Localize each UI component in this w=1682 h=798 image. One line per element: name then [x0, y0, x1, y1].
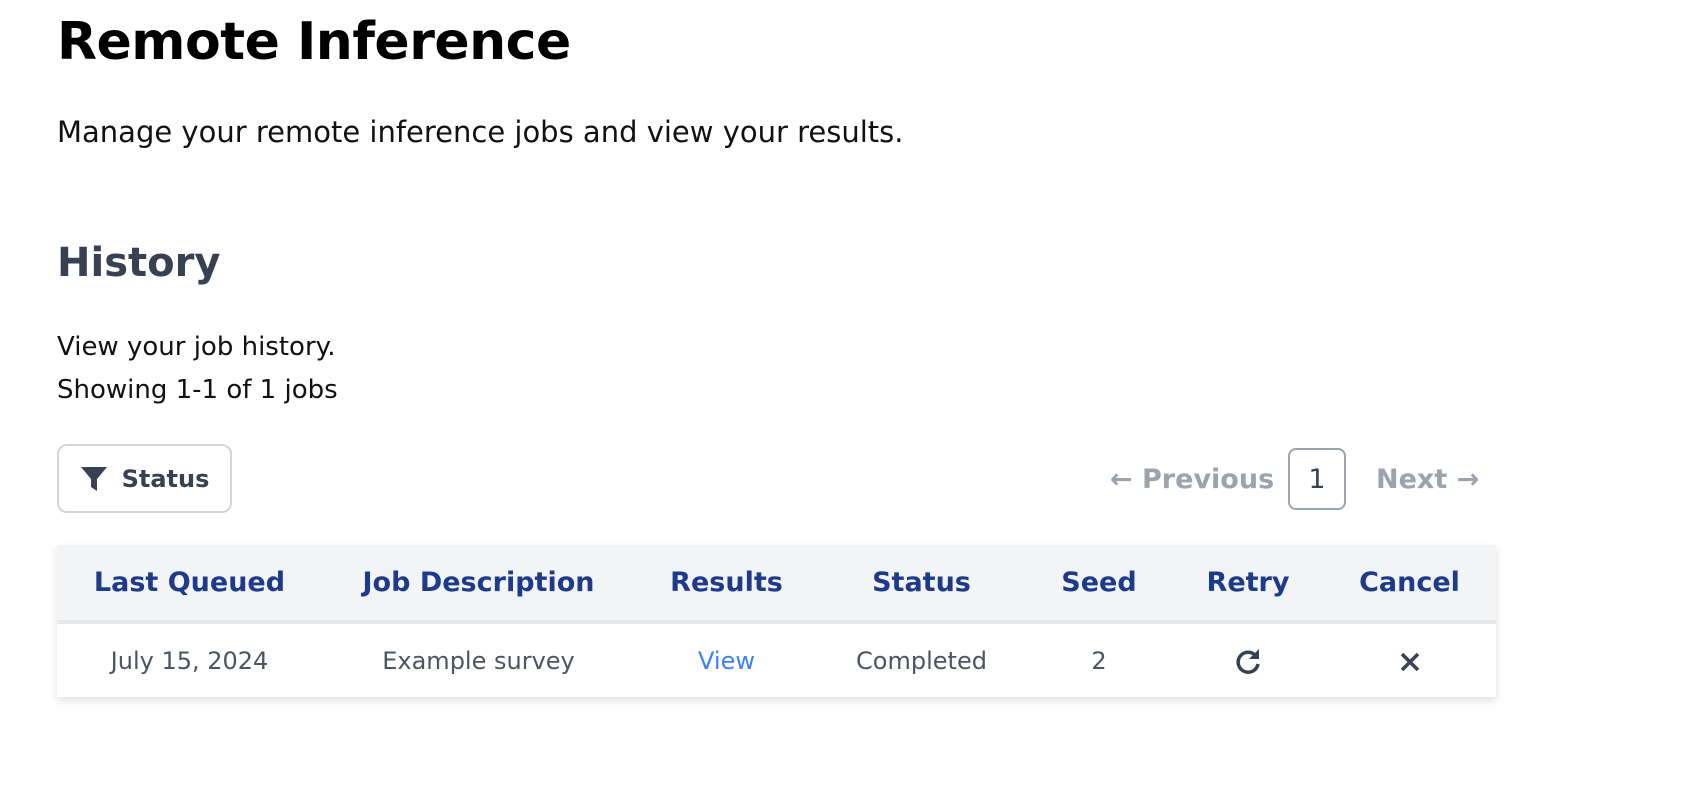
- header-last-queued: Last Queued: [57, 545, 322, 624]
- page-1-button[interactable]: 1: [1288, 448, 1346, 510]
- previous-page-button[interactable]: ← Previous: [1110, 448, 1274, 510]
- status-filter-label: Status: [121, 464, 210, 493]
- next-page-button[interactable]: Next →: [1376, 448, 1479, 510]
- page-title: Remote Inference: [57, 12, 571, 72]
- header-results: Results: [635, 545, 818, 624]
- page-subtitle: Manage your remote inference jobs and vi…: [57, 115, 904, 149]
- status-filter-button[interactable]: Status: [57, 444, 232, 513]
- header-job-description: Job Description: [322, 545, 635, 624]
- results-count: Showing 1-1 of 1 jobs: [57, 375, 338, 405]
- close-icon[interactable]: [1399, 651, 1421, 673]
- header-retry: Retry: [1173, 545, 1323, 624]
- filter-icon: [80, 466, 107, 491]
- table-header-row: Last Queued Job Description Results Stat…: [57, 545, 1496, 624]
- header-seed: Seed: [1025, 545, 1173, 624]
- cell-last-queued: July 15, 2024: [57, 622, 322, 697]
- job-history-table: Last Queued Job Description Results Stat…: [57, 545, 1496, 697]
- cell-description: Example survey: [322, 622, 635, 697]
- header-cancel: Cancel: [1323, 545, 1496, 624]
- history-description: View your job history.: [57, 332, 336, 362]
- retry-icon[interactable]: [1234, 647, 1262, 675]
- header-status: Status: [818, 545, 1025, 624]
- cell-status: Completed: [818, 622, 1025, 697]
- history-heading: History: [57, 240, 221, 286]
- cell-seed: 2: [1025, 622, 1173, 697]
- table-row: July 15, 2024 Example survey View Comple…: [57, 622, 1496, 697]
- view-results-link[interactable]: View: [698, 647, 755, 675]
